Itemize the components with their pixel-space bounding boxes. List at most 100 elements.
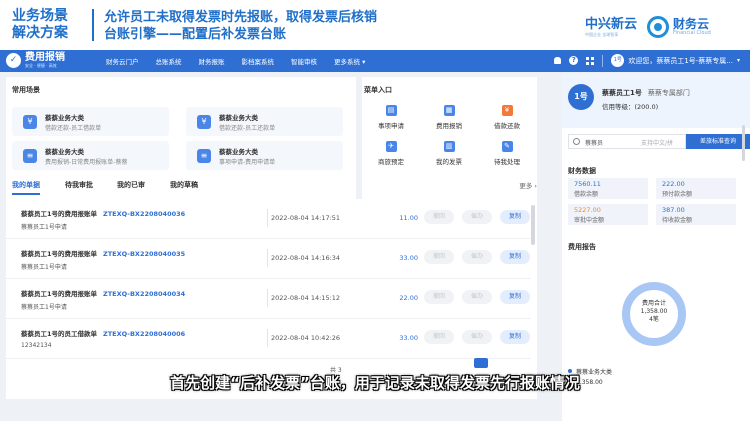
nav-item-ledger[interactable]: 总账系统 xyxy=(156,56,182,66)
nav-item-reimburse[interactable]: 财务报账 xyxy=(199,56,225,66)
scene-title: 业务场景 解决方案 xyxy=(12,8,68,42)
table-row[interactable]: 蔡蔡员工1号的员工借款单 ZTEXQ-BX2208040006 12342134 … xyxy=(6,319,531,359)
copy-button[interactable]: 复制 xyxy=(500,330,530,344)
right-panel-scrollbar[interactable] xyxy=(742,125,745,161)
menu-item-reimburse[interactable]: ▦ 费用报销 xyxy=(420,105,478,131)
menu-item-label: 商旅预定 xyxy=(378,158,404,166)
menu-item-apply[interactable]: ▤ 事项申请 xyxy=(362,105,420,131)
nav-item-portal[interactable]: 财务云门户 xyxy=(106,56,139,66)
wallet-icon: ¥ xyxy=(197,115,211,129)
tab-drafts[interactable]: 我的草稿 xyxy=(170,180,198,190)
recall-button[interactable]: 撤回 xyxy=(424,250,454,264)
travel-icon: ✈ xyxy=(385,141,397,152)
finance-title: 财务数据 xyxy=(568,167,596,175)
finance-card[interactable]: 222.00 预付款余额 xyxy=(656,178,736,199)
brand-logos: 中兴新云 中国企业 全球智享 财务云 Financial Cloud xyxy=(585,14,711,40)
donut-center-label: 费用合计 xyxy=(641,300,666,307)
recall-button[interactable]: 撤回 xyxy=(424,290,454,304)
menu-item-todo[interactable]: ✎ 待我处理 xyxy=(478,141,536,167)
chevron-down-icon[interactable]: ▾ xyxy=(737,57,740,64)
row-divider xyxy=(267,289,268,307)
video-subtitle: 首先创建“后补发票”台账，用于记录未取得发票先行报账情况 xyxy=(170,374,580,392)
menu-item-travel[interactable]: ✈ 商旅预定 xyxy=(362,141,420,167)
slide-header: 业务场景 解决方案 允许员工未取得发票时先报账，取得发票后核销 台账引擎——配置… xyxy=(0,0,750,50)
table-row[interactable]: 蔡蔡员工1号的费用报账单 ZTEXQ-BX2208040036 蔡蔡员工1号申请 … xyxy=(6,199,531,239)
help-icon[interactable]: ? xyxy=(569,56,579,65)
travel-standard-query-button[interactable]: 差旅标准查询 xyxy=(686,134,750,149)
search-input[interactable]: 蔡蔡员 支持中文/拼 xyxy=(568,134,686,149)
finance-value: 5227.00 xyxy=(574,206,601,214)
search-placeholder: 支持中文/拼 xyxy=(641,140,674,147)
nav-menu: 财务云门户 总账系统 财务报账 影档案系统 智能审核 更多系统 ▾ xyxy=(106,56,382,66)
scene-card-title: 蔡蔡业务大类 xyxy=(45,148,84,156)
finance-card[interactable]: 387.00 待收款金额 xyxy=(656,204,736,225)
list-scrollbar[interactable] xyxy=(531,205,535,245)
tab-approved[interactable]: 我的已审 xyxy=(117,180,145,190)
bell-icon[interactable] xyxy=(554,57,562,64)
doc-time: 2022-08-04 14:15:12 xyxy=(271,294,341,302)
nav-item-more[interactable]: 更多系统 ▾ xyxy=(334,56,365,66)
urge-button[interactable]: 催办 xyxy=(462,250,492,264)
app-window: ✓ 费用报销 安全 · 便捷 · 高效 财务云门户 总账系统 财务报账 影档案系… xyxy=(0,50,750,421)
scene-card[interactable]: ≡ 蔡蔡业务大类 费用报销-日常费用报账单-蔡蔡 xyxy=(12,141,169,170)
apps-grid-icon[interactable] xyxy=(586,56,595,65)
loan-icon: ¥ xyxy=(501,105,513,116)
tab-my-docs[interactable]: 我的单据 xyxy=(12,180,40,190)
search-value: 蔡蔡员 xyxy=(585,140,604,147)
urge-button[interactable]: 催办 xyxy=(462,210,492,224)
nav-item-audit[interactable]: 智能审核 xyxy=(291,56,317,66)
doc-code[interactable]: ZTEXQ-BX2208040036 xyxy=(103,210,185,218)
expense-donut-chart[interactable]: 费用合计 1,358.00 4笔 xyxy=(622,282,686,346)
menu-item-invoice[interactable]: ▥ 我的发票 xyxy=(420,141,478,167)
document-list: 蔡蔡员工1号的费用报账单 ZTEXQ-BX2208040036 蔡蔡员工1号申请 … xyxy=(6,199,537,399)
copy-button[interactable]: 复制 xyxy=(500,210,530,224)
nav-item-archive[interactable]: 影档案系统 xyxy=(242,56,275,66)
doc-code[interactable]: ZTEXQ-BX2208040035 xyxy=(103,250,185,258)
financial-cloud-logo-icon xyxy=(647,16,670,38)
financial-cloud-en: Financial Cloud xyxy=(673,30,711,36)
urge-button[interactable]: 催办 xyxy=(462,290,492,304)
doc-title-line: 蔡蔡员工1号的费用报账单 ZTEXQ-BX2208040035 xyxy=(21,248,185,258)
doc-amount: 22.00 xyxy=(399,294,418,302)
finance-value: 387.00 xyxy=(662,206,685,214)
tab-pending-approval[interactable]: 待我审批 xyxy=(65,180,93,190)
doc-title: 蔡蔡员工1号的费用报账单 xyxy=(21,250,98,258)
more-link[interactable]: 更多 › xyxy=(519,180,537,190)
expense-report-title: 费用报告 xyxy=(568,243,596,251)
menu-item-loan[interactable]: ¥ 借款还款 xyxy=(478,105,536,131)
donut-center-amount: 1,358.00 xyxy=(640,308,668,315)
receipt-icon: ≡ xyxy=(197,149,211,163)
zxxy-name: 中兴新云 xyxy=(585,16,638,32)
user-card: 1号 蔡蔡员工1号 蔡蔡专属部门 信用等级：(200.0) xyxy=(562,74,750,128)
headline-line1: 允许员工未取得发票时先报账，取得发票后核销 xyxy=(104,10,378,25)
zxxy-tagline: 中国企业 全球智享 xyxy=(585,31,619,37)
welcome-user[interactable]: 欢迎您，蔡蔡员工1号-蔡蔡专属... xyxy=(628,56,733,66)
scene-card[interactable]: ¥ 蔡蔡业务大类 借款还款-员工借款单 xyxy=(12,107,169,136)
financial-cloud-logo: 财务云 Financial Cloud xyxy=(673,18,711,36)
doc-amount: 33.00 xyxy=(399,334,418,342)
urge-button[interactable]: 催办 xyxy=(462,330,492,344)
menu-item-label: 我的发票 xyxy=(436,158,462,166)
scene-card[interactable]: ¥ 蔡蔡业务大类 借款还款-员工还款单 xyxy=(186,107,343,136)
donut-center: 费用合计 1,358.00 4笔 xyxy=(630,300,678,324)
table-row[interactable]: 蔡蔡员工1号的费用报账单 ZTEXQ-BX2208040035 蔡蔡员工1号申请 … xyxy=(6,239,531,279)
page-button-active[interactable] xyxy=(474,358,488,368)
doc-title: 蔡蔡员工1号的员工借款单 xyxy=(21,330,98,338)
slide-headline: 允许员工未取得发票时先报账，取得发票后核销 台账引擎——配置后补发票台账 xyxy=(104,9,424,43)
doc-code[interactable]: ZTEXQ-BX2208040006 xyxy=(103,330,185,338)
table-row[interactable]: 蔡蔡员工1号的费用报账单 ZTEXQ-BX2208040034 蔡蔡员工1号申请 … xyxy=(6,279,531,319)
app-logo[interactable]: ✓ 费用报销 安全 · 便捷 · 高效 xyxy=(6,53,65,68)
avatar[interactable]: 1号 xyxy=(568,84,594,110)
doc-code[interactable]: ZTEXQ-BX2208040034 xyxy=(103,290,185,298)
donut-center-count: 4笔 xyxy=(649,316,659,323)
avatar[interactable]: 1号 xyxy=(611,54,625,67)
recall-button[interactable]: 撤回 xyxy=(424,330,454,344)
copy-button[interactable]: 复制 xyxy=(500,290,530,304)
scene-card[interactable]: ≡ 蔡蔡业务大类 事项申请-费用申请单 xyxy=(186,141,343,170)
user-name: 蔡蔡员工1号 xyxy=(602,89,642,97)
row-divider xyxy=(267,209,268,227)
recall-button[interactable]: 撤回 xyxy=(424,210,454,224)
copy-button[interactable]: 复制 xyxy=(500,250,530,264)
finance-card[interactable]: 5227.00 审批中金额 xyxy=(568,204,648,225)
finance-card[interactable]: 7560.11 借款余额 xyxy=(568,178,648,199)
